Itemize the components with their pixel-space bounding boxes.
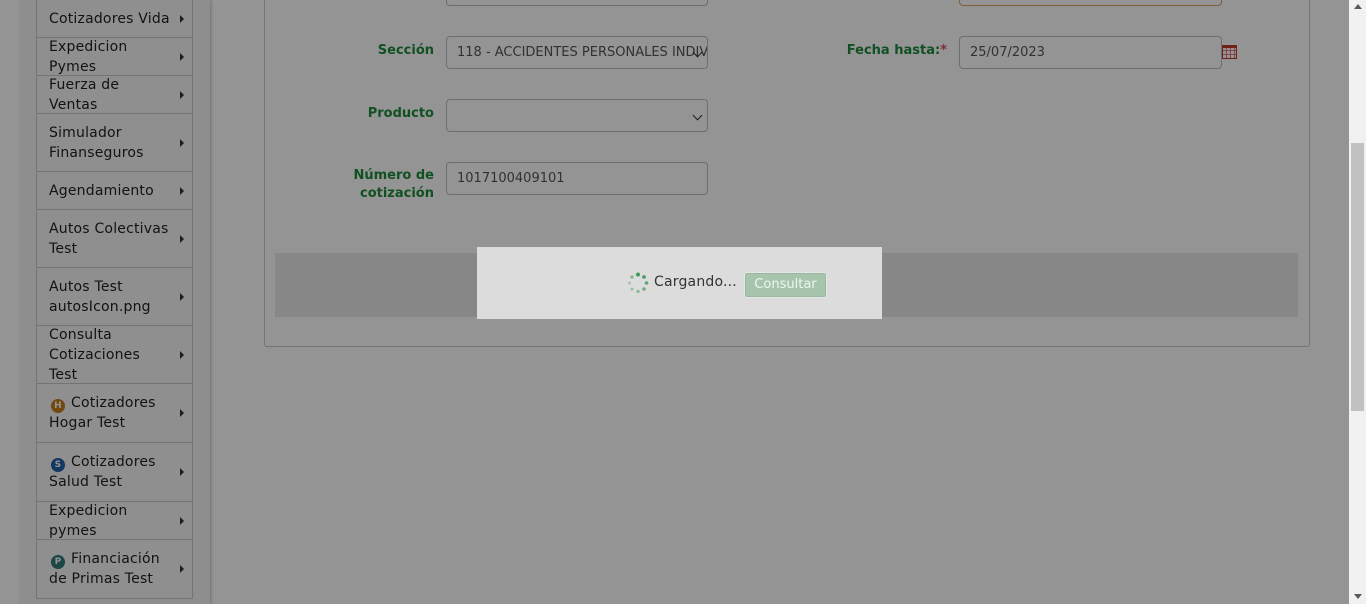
loading-text: Cargando... xyxy=(654,274,737,290)
scrollbar-thumb[interactable] xyxy=(1351,143,1364,411)
scroll-up-arrow-icon[interactable] xyxy=(1354,4,1362,9)
scroll-down-arrow-icon[interactable] xyxy=(1354,594,1362,599)
loading-spinner-icon xyxy=(628,272,649,294)
consultar-button[interactable]: Consultar xyxy=(744,272,827,298)
